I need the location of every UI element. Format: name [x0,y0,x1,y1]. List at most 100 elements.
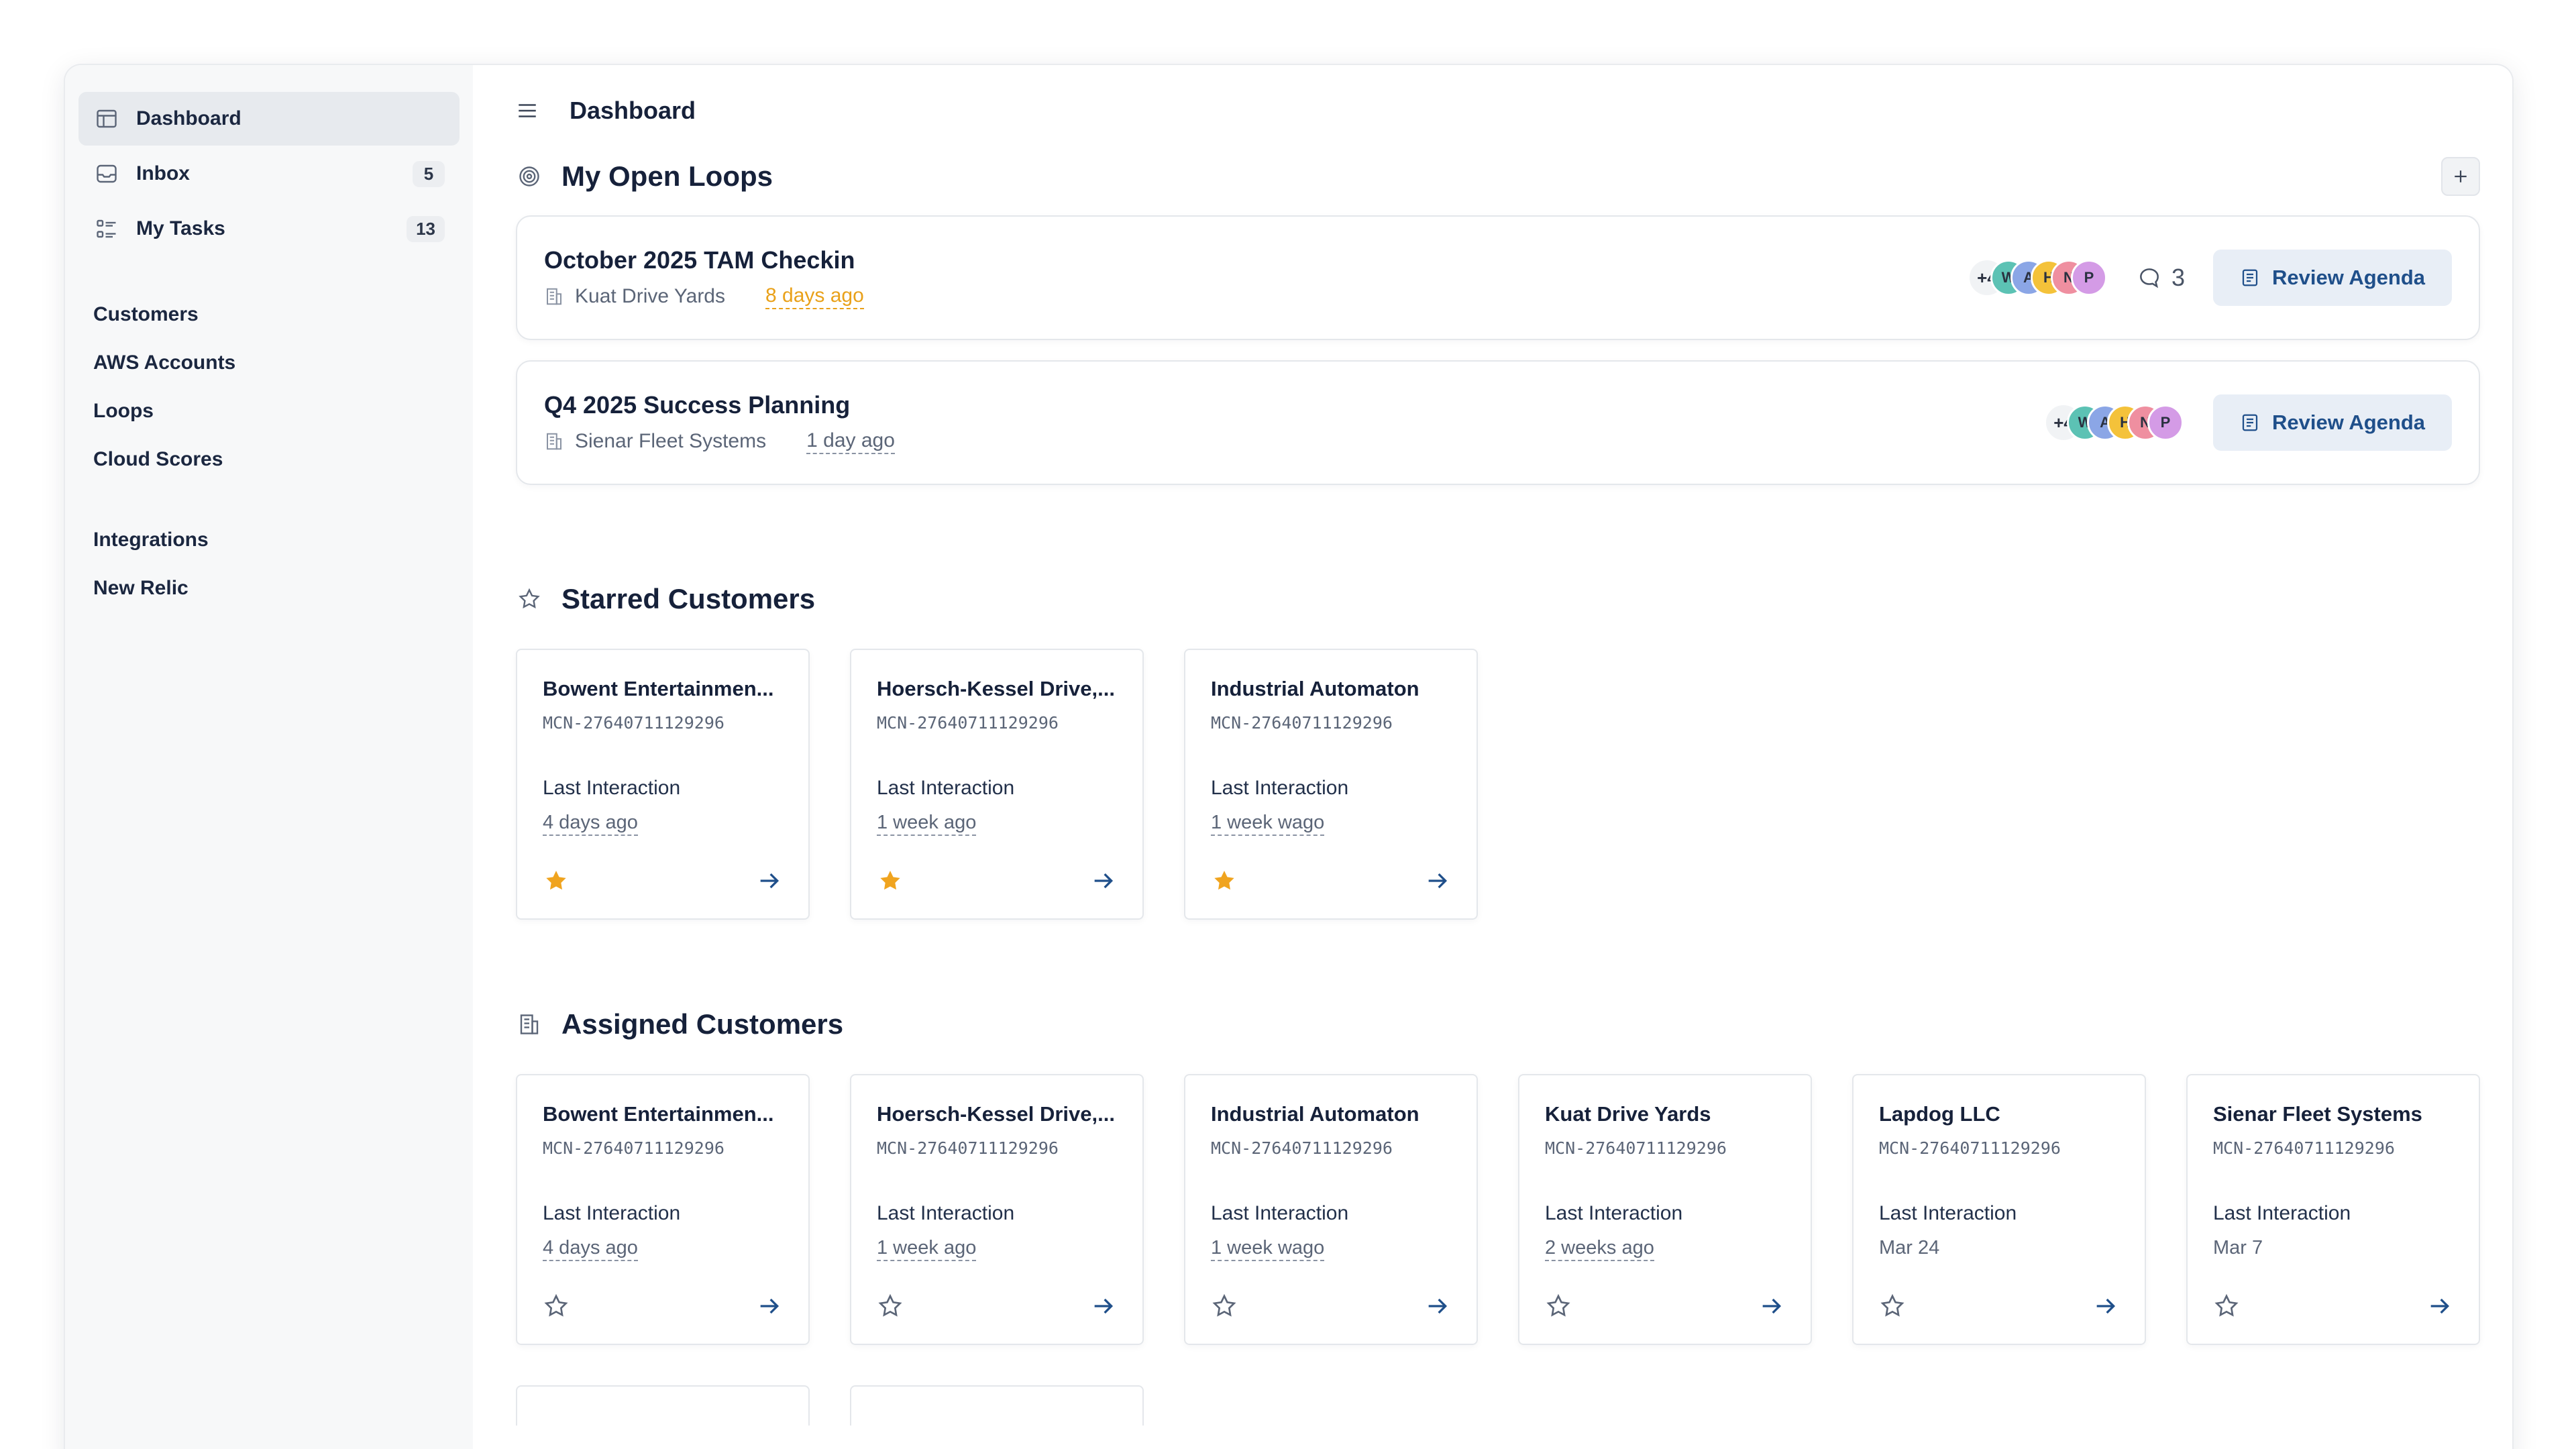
nav-link-cloud-scores[interactable]: Cloud Scores [78,435,460,484]
customer-name: Bowent Entertainmen... [543,1102,774,1126]
nav-link-new-relic[interactable]: New Relic [78,564,460,612]
loop-date: 8 days ago [765,284,864,309]
nav-group-integrations: Integrations New Relic [78,516,460,612]
topbar: Dashboard [516,65,2480,156]
avatar: P [2070,260,2107,296]
loop-info: October 2025 TAM Checkin Kuat Drive Yard… [544,246,1968,309]
star-outline-icon[interactable] [877,1293,904,1320]
nav-link-integrations[interactable]: Integrations [78,516,460,564]
comments-number: 3 [2171,264,2186,291]
arrow-right-icon[interactable] [1424,867,1451,894]
star-outline-icon[interactable] [2213,1293,2240,1320]
last-interaction-value: 1 week ago [877,810,977,836]
sidebar: Dashboard Inbox 5 My Tasks 13 Customers … [65,65,473,1449]
starred-customers-header: Starred Customers [516,579,2480,619]
arrow-right-icon[interactable] [1090,867,1117,894]
customer-card-partial[interactable] [516,1385,810,1426]
add-loop-button[interactable] [2441,157,2480,196]
last-interaction-value: 4 days ago [543,810,638,836]
assigned-customers-header: Assigned Customers [516,1004,2480,1044]
last-interaction-value: 1 week ago [877,1236,977,1261]
sidebar-item-label: My Tasks [136,217,225,239]
sidebar-item-my-tasks[interactable]: My Tasks 13 [78,202,460,256]
star-outline-icon[interactable] [543,1293,570,1320]
agenda-icon [2242,269,2258,286]
inbox-icon [93,160,120,187]
arrow-right-icon[interactable] [1424,1293,1451,1320]
star-outline-icon[interactable] [1211,1293,1238,1320]
customer-id: MCN-27640711129296 [543,713,724,733]
loop-title: October 2025 TAM Checkin [544,246,855,274]
arrow-right-icon[interactable] [2426,1293,2453,1320]
customer-card-partial[interactable] [850,1385,1144,1426]
customer-name: Industrial Automaton [1211,677,1419,700]
last-interaction-label: Last Interaction [877,1202,1015,1224]
assigned-customers-list: Bowent Entertainmen... MCN-2764071112929… [516,1074,2480,1345]
sidebar-item-dashboard[interactable]: Dashboard [78,92,460,146]
last-interaction-value: 1 week wago [1211,810,1325,836]
star-filled-icon[interactable] [877,867,904,894]
star-outline-icon[interactable] [1879,1293,1906,1320]
layout-icon [93,105,120,132]
customer-card[interactable]: Kuat Drive Yards MCN-27640711129296 Last… [1518,1074,1812,1345]
sidebar-item-inbox[interactable]: Inbox 5 [78,147,460,201]
app-window: Dashboard Inbox 5 My Tasks 13 Customers … [65,65,2512,1449]
arrow-right-icon[interactable] [756,1293,783,1320]
building-icon [547,288,561,305]
customer-card[interactable]: Industrial Automaton MCN-27640711129296 … [1184,649,1478,920]
customer-name: Sienar Fleet Systems [2213,1102,2422,1126]
arrow-right-icon[interactable] [756,867,783,894]
last-interaction-label: Last Interaction [1211,1202,1349,1224]
arrow-right-icon[interactable] [2092,1293,2119,1320]
customer-id: MCN-27640711129296 [1879,1138,2061,1158]
arrow-right-icon[interactable] [1090,1293,1117,1320]
last-interaction-value: 4 days ago [543,1236,638,1261]
open-loops-header: My Open Loops [516,156,2480,197]
customer-card[interactable]: Bowent Entertainmen... MCN-2764071112929… [516,649,810,920]
customer-id: MCN-27640711129296 [543,1138,724,1158]
loop-card[interactable]: October 2025 TAM Checkin Kuat Drive Yard… [516,215,2480,340]
sidebar-item-label: Dashboard [136,107,241,129]
loop-title: Q4 2025 Success Planning [544,391,851,419]
star-filled-icon[interactable] [1211,867,1238,894]
loop-meta: Kuat Drive Yards 8 days ago [544,284,1968,309]
customer-id: MCN-27640711129296 [877,713,1059,733]
last-interaction-label: Last Interaction [543,1202,681,1224]
avatar-group[interactable]: +4 W A H N P [1967,258,2107,297]
last-interaction-value: 2 weeks ago [1545,1236,1654,1261]
last-interaction-label: Last Interaction [1545,1202,1683,1224]
loop-company: Kuat Drive Yards [575,285,725,307]
comments-count[interactable]: 3 [2137,264,2185,292]
tasks-count-badge: 13 [407,215,445,242]
star-outline-icon[interactable] [1545,1293,1572,1320]
building-icon [547,433,561,450]
section-title: My Open Loops [561,160,773,192]
nav-link-customers[interactable]: Customers [78,290,460,339]
last-interaction-label: Last Interaction [1879,1202,2017,1224]
customer-name: Industrial Automaton [1211,1102,1419,1126]
nav-group-main: Customers AWS Accounts Loops Cloud Score… [78,290,460,484]
nav-link-loops[interactable]: Loops [78,387,460,435]
review-agenda-label: Review Agenda [2272,411,2425,434]
customer-card[interactable]: Bowent Entertainmen... MCN-2764071112929… [516,1074,810,1345]
starred-customers-list: Bowent Entertainmen... MCN-2764071112929… [516,649,2480,920]
customer-card[interactable]: Hoersch-Kessel Drive,... MCN-27640711129… [850,649,1144,920]
review-agenda-button[interactable]: Review Agenda [2213,394,2452,451]
customer-card[interactable]: Lapdog LLC MCN-27640711129296 Last Inter… [1852,1074,2146,1345]
customer-name: Bowent Entertainmen... [543,677,774,700]
loop-company: Sienar Fleet Systems [575,430,767,452]
customer-id: MCN-27640711129296 [2213,1138,2395,1158]
section-title: Starred Customers [561,583,816,614]
menu-icon[interactable] [516,97,543,124]
customer-card[interactable]: Industrial Automaton MCN-27640711129296 … [1184,1074,1478,1345]
avatar-group[interactable]: +4 W A H N P [2044,403,2184,442]
nav-link-aws-accounts[interactable]: AWS Accounts [78,339,460,387]
loop-date: 1 day ago [806,429,895,454]
arrow-right-icon[interactable] [1758,1293,1785,1320]
review-agenda-button[interactable]: Review Agenda [2213,250,2452,306]
star-filled-icon[interactable] [543,867,570,894]
customer-card[interactable]: Hoersch-Kessel Drive,... MCN-27640711129… [850,1074,1144,1345]
last-interaction-value: Mar 7 [2213,1237,2263,1258]
customer-card[interactable]: Sienar Fleet Systems MCN-27640711129296 … [2186,1074,2480,1345]
loop-card[interactable]: Q4 2025 Success Planning Sienar Fleet Sy… [516,360,2480,485]
